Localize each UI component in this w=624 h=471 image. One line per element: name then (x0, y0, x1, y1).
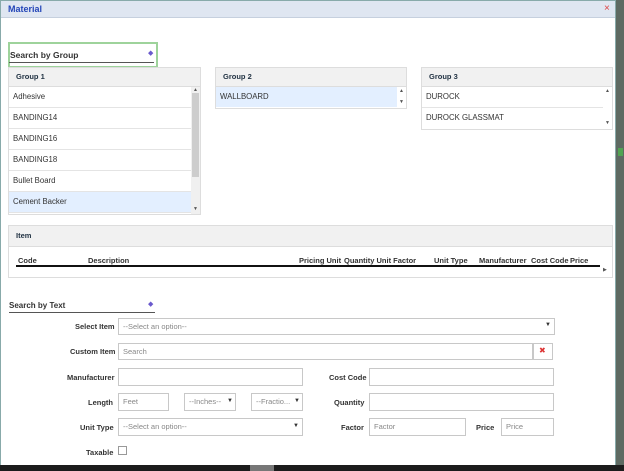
column-header-pricing-unit[interactable]: Pricing Unit (299, 256, 341, 265)
dropdown-underline (9, 62, 154, 63)
table-header-rule (16, 265, 600, 267)
column-header-quantity-unit-factor[interactable]: Quantity Unit Factor (344, 256, 416, 265)
select-item-dropdown[interactable]: --Select an option-- (118, 318, 555, 335)
scroll-up-icon[interactable]: ▲ (399, 89, 404, 94)
price-label: Price (476, 423, 495, 432)
taxable-label: Taxable (86, 448, 114, 457)
manufacturer-input[interactable] (118, 368, 303, 386)
item-panel-title: Item (9, 226, 612, 247)
search-by-group-label: Search by Group (10, 50, 79, 60)
scroll-down-icon[interactable]: ▼ (399, 100, 404, 105)
list-item-selected[interactable]: Cement Backer (9, 192, 191, 213)
dropdown-underline (9, 312, 155, 313)
unit-type-dropdown[interactable]: --Select an option-- (118, 418, 303, 436)
cost-code-label: Cost Code (329, 373, 367, 382)
chevron-down-icon[interactable]: ▼ (227, 398, 233, 404)
custom-item-search-input[interactable]: Search (118, 343, 533, 360)
close-icon[interactable]: × (604, 3, 610, 14)
group1-scroll-thumb[interactable] (192, 93, 199, 177)
list-item[interactable]: BANDING16 (9, 129, 191, 150)
unit-type-label: Unit Type (80, 423, 114, 432)
custom-item-label: Custom Item (70, 347, 116, 356)
chevron-down-icon[interactable]: ▼ (294, 398, 300, 404)
price-input[interactable]: Price (501, 418, 554, 436)
background-marker (618, 148, 623, 156)
group3-list: DUROCK DUROCK GLASSMAT (422, 87, 603, 128)
list-item[interactable]: DUROCK (422, 87, 603, 108)
list-item-selected[interactable]: WALLBOARD (216, 87, 397, 107)
scroll-down-icon[interactable]: ▼ (193, 207, 198, 212)
column-header-price[interactable]: Price (570, 256, 588, 265)
dropdown-arrow-icon[interactable]: ◆ (148, 49, 153, 57)
list-item[interactable]: Adhesive (9, 87, 191, 108)
list-item[interactable]: BANDING18 (9, 150, 191, 171)
manufacturer-label: Manufacturer (67, 373, 115, 382)
quantity-input[interactable] (369, 393, 554, 411)
bottom-scroll-thumb[interactable] (250, 465, 274, 471)
chevron-down-icon[interactable]: ▼ (293, 423, 299, 429)
dropdown-arrow-icon[interactable]: ◆ (148, 300, 153, 308)
chevron-down-icon[interactable]: ▼ (545, 322, 551, 328)
column-header-description[interactable]: Description (88, 256, 129, 265)
scroll-up-icon[interactable]: ▲ (193, 88, 198, 93)
select-item-label: Select Item (75, 322, 115, 331)
scroll-up-icon[interactable]: ▲ (605, 89, 610, 94)
feet-input[interactable]: Feet (118, 393, 169, 411)
list-item[interactable]: BANDING14 (9, 108, 191, 129)
background-edge (616, 0, 624, 471)
column-header-code[interactable]: Code (18, 256, 37, 265)
list-item[interactable]: DUROCK GLASSMAT (422, 108, 603, 128)
group1-list: Adhesive BANDING14 BANDING16 BANDING18 B… (9, 87, 191, 213)
length-label: Length (88, 398, 113, 407)
group1-title: Group 1 (9, 68, 200, 87)
search-by-text-label: Search by Text (9, 301, 66, 310)
column-header-manufacturer[interactable]: Manufacturer (479, 256, 527, 265)
title-bar (1, 1, 615, 18)
scroll-down-icon[interactable]: ▼ (605, 121, 610, 126)
list-item[interactable]: Bullet Board (9, 171, 191, 192)
bottom-scrollbar[interactable] (0, 465, 624, 471)
column-header-unit-type[interactable]: Unit Type (434, 256, 468, 265)
column-header-cost-code[interactable]: Cost Code (531, 256, 569, 265)
scroll-right-icon[interactable]: ▶ (603, 268, 607, 273)
dialog-title: Material (8, 4, 43, 14)
material-dialog: Material × Search by Group ◆ Group 1 Adh… (0, 0, 616, 467)
cost-code-input[interactable] (369, 368, 554, 386)
factor-label: Factor (341, 423, 364, 432)
quantity-label: Quantity (334, 398, 365, 407)
taxable-checkbox[interactable] (118, 446, 127, 455)
factor-input[interactable]: Factor (369, 418, 466, 436)
group3-title: Group 3 (422, 68, 612, 87)
item-panel: Item (8, 225, 613, 278)
clear-icon[interactable]: ✖ (539, 346, 546, 355)
group2-title: Group 2 (216, 68, 406, 87)
